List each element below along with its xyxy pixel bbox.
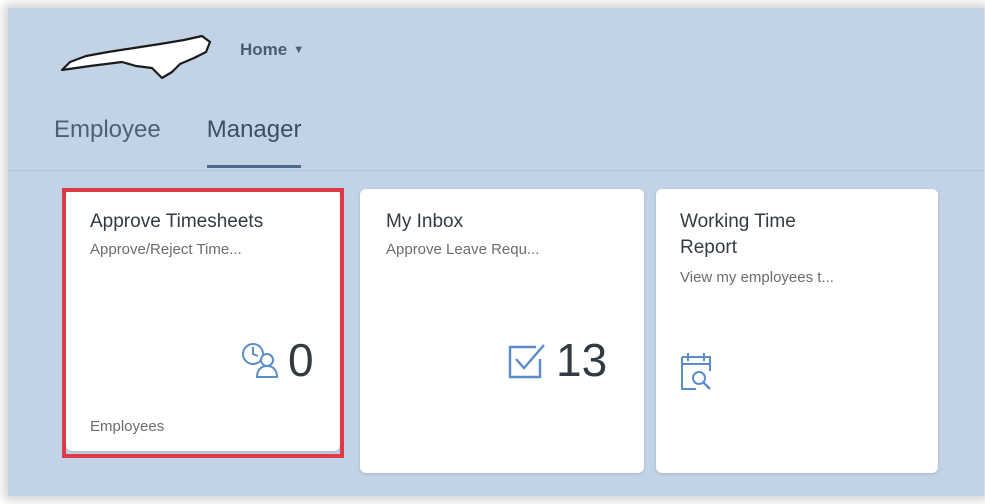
timesheet-employee-icon <box>242 343 279 378</box>
tile-title: Working Time Report <box>680 209 796 261</box>
tile-subtitle: Approve/Reject Time... <box>90 241 242 258</box>
home-menu-label[interactable]: Home <box>240 40 287 60</box>
tile-subtitle: Approve Leave Requ... <box>386 241 540 258</box>
tile-subtitle: View my employees t... <box>680 269 834 286</box>
shell-bar: Home ▼ <box>8 8 984 88</box>
launchpad-window: Home ▼ Employee Manager Approve Timeshee… <box>8 8 984 496</box>
tab-employee[interactable]: Employee <box>54 108 161 166</box>
tile-count: 13 <box>556 334 608 386</box>
tile-title-line1: Working Time <box>680 211 796 232</box>
tile-count: 0 <box>288 334 314 386</box>
chevron-down-icon[interactable]: ▼ <box>293 44 304 56</box>
tile-footer: Employees <box>90 418 165 435</box>
tab-divider <box>8 170 984 171</box>
tile-title: My Inbox <box>386 211 464 232</box>
home-menu[interactable]: Home ▼ <box>240 40 304 60</box>
tile-my-inbox[interactable]: My Inbox Approve Leave Requ... 13 <box>360 189 644 473</box>
checkbox-inbox-icon <box>508 344 545 379</box>
state-outline-logo[interactable] <box>56 22 216 84</box>
tile-working-time-report[interactable]: Working Time Report View my employees t.… <box>656 189 938 473</box>
tile-title-line2: Report <box>680 237 738 258</box>
tile-approve-timesheets[interactable]: Approve Timesheets Approve/Reject Time..… <box>66 189 340 451</box>
group-tabs: Employee Manager <box>54 108 301 168</box>
tile-title: Approve Timesheets <box>90 211 264 232</box>
calendar-search-icon <box>681 353 711 390</box>
tab-manager[interactable]: Manager <box>206 108 301 168</box>
